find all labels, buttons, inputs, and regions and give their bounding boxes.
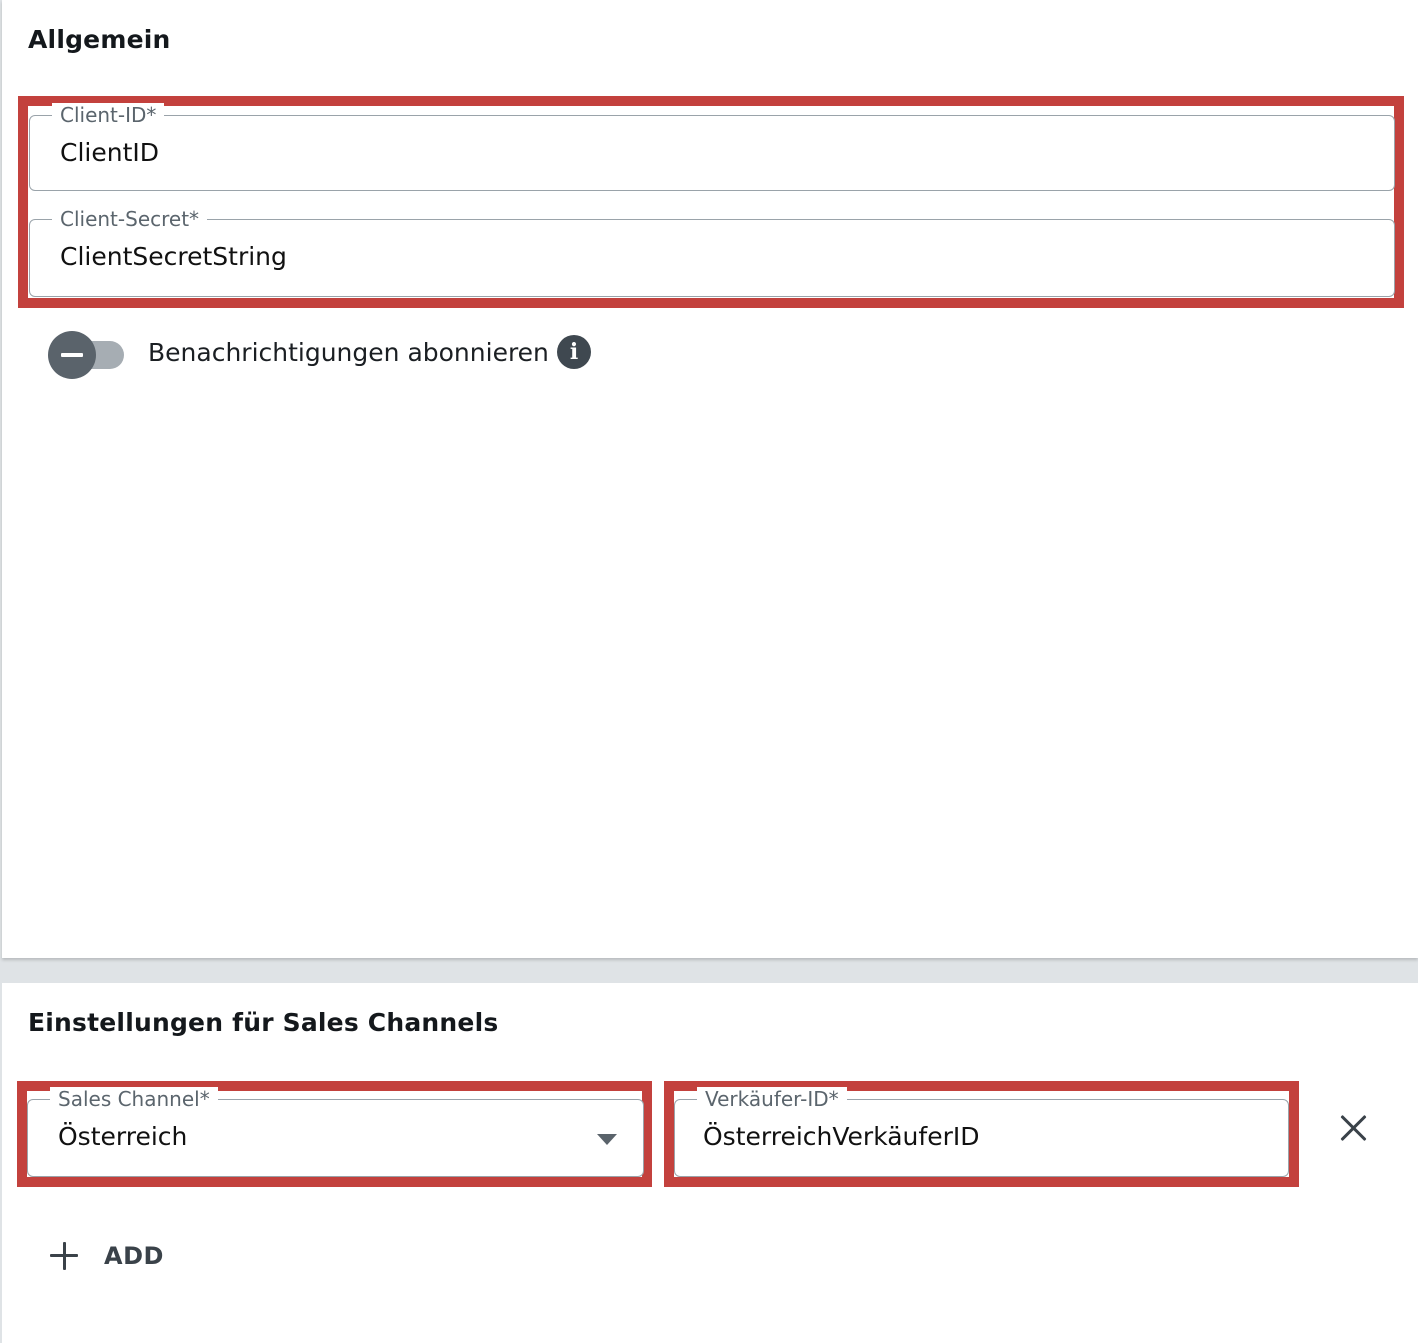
seller-id-field[interactable]: Verkäufer-ID* ÖsterreichVerkäuferID bbox=[674, 1087, 1289, 1177]
seller-id-value[interactable]: ÖsterreichVerkäuferID bbox=[703, 1122, 979, 1151]
add-button-label: ADD bbox=[104, 1242, 164, 1270]
client-secret-value[interactable]: ClientSecretString bbox=[60, 242, 287, 271]
general-section: Allgemein Client-ID* ClientID Client-Sec… bbox=[2, 0, 1418, 958]
sales-channel-select[interactable]: Sales Channel* Österreich bbox=[27, 1087, 644, 1177]
info-icon[interactable]: i bbox=[557, 335, 591, 369]
client-secret-field[interactable]: Client-Secret* ClientSecretString bbox=[29, 207, 1395, 297]
client-id-label: Client-ID* bbox=[52, 103, 165, 127]
chevron-down-icon[interactable] bbox=[597, 1134, 617, 1145]
add-button[interactable]: ADD bbox=[50, 1232, 164, 1280]
client-secret-label: Client-Secret* bbox=[52, 207, 208, 231]
client-id-value[interactable]: ClientID bbox=[60, 138, 159, 167]
sales-channels-section-title: Einstellungen für Sales Channels bbox=[28, 1008, 499, 1037]
sales-channel-value: Österreich bbox=[58, 1122, 188, 1151]
notifications-label: Benachrichtigungen abonnieren bbox=[148, 338, 549, 367]
plus-icon bbox=[50, 1242, 78, 1270]
general-section-title: Allgemein bbox=[28, 25, 171, 54]
close-icon[interactable] bbox=[1338, 1112, 1370, 1144]
notifications-toggle[interactable] bbox=[48, 331, 126, 379]
seller-id-label: Verkäufer-ID* bbox=[697, 1087, 847, 1111]
sales-channel-label: Sales Channel* bbox=[50, 1087, 218, 1111]
client-id-field[interactable]: Client-ID* ClientID bbox=[29, 103, 1395, 191]
toggle-knob-minus-icon bbox=[48, 331, 96, 379]
